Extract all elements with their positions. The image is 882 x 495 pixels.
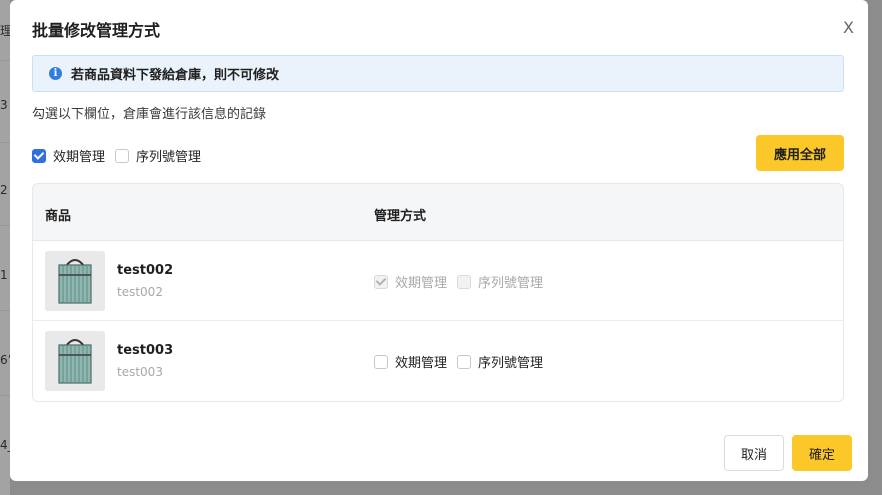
serial-management-label[interactable]: 序列號管理	[478, 352, 543, 371]
serial-management-label[interactable]: 序列號管理	[136, 146, 201, 165]
global-options: 效期管理 序列號管理	[32, 146, 211, 165]
table-row: test003 test003 效期管理 序列號管理	[33, 321, 843, 400]
background-text: 1	[0, 268, 8, 282]
apply-all-button[interactable]: 應用全部	[756, 135, 844, 171]
background-text: 理	[0, 24, 10, 38]
cancel-button[interactable]: 取消	[724, 435, 784, 471]
serial-management-checkbox[interactable]	[115, 148, 130, 163]
serial-management-checkbox[interactable]	[457, 354, 472, 369]
product-thumbnail	[45, 251, 105, 311]
table-row: test002 test002 效期管理 序列號管理	[33, 241, 843, 321]
expiry-management-checkbox[interactable]	[374, 354, 388, 369]
table-header: 商品 管理方式	[33, 184, 843, 241]
info-icon: i	[49, 67, 62, 80]
background-divider	[0, 310, 10, 311]
expiry-management-checkbox[interactable]	[32, 148, 46, 163]
serial-management-checkbox	[457, 274, 472, 289]
product-sku: test002	[117, 285, 163, 299]
product-name: test003	[117, 343, 174, 358]
column-header-product: 商品	[45, 209, 72, 224]
row-options: 效期管理 序列號管理	[374, 272, 553, 291]
background-text: 3	[0, 98, 8, 112]
alert-text: 若商品資料下發給倉庫，則不可修改	[71, 68, 280, 83]
modal-title: 批量修改管理方式	[32, 21, 161, 40]
background-text: 4_	[0, 438, 10, 452]
info-alert: i 若商品資料下發給倉庫，則不可修改	[32, 55, 844, 92]
product-table: 商品 管理方式 test002 test002 效期管理 序列號管理 test0…	[32, 183, 844, 402]
column-header-management: 管理方式	[374, 209, 427, 224]
expiry-management-checkbox	[374, 274, 388, 289]
hint-text: 勾選以下欄位，倉庫會進行該信息的記錄	[32, 107, 267, 122]
close-icon[interactable]: X	[843, 18, 854, 38]
serial-management-label: 序列號管理	[478, 276, 544, 291]
background-divider	[0, 225, 10, 226]
background-text: 6’	[0, 353, 10, 367]
product-thumbnail	[45, 331, 105, 391]
confirm-button[interactable]: 確定	[792, 435, 852, 471]
background-divider	[0, 60, 10, 61]
background-page	[0, 0, 10, 495]
expiry-management-label[interactable]: 效期管理	[53, 146, 105, 165]
batch-edit-modal: 批量修改管理方式 X i 若商品資料下發給倉庫，則不可修改 勾選以下欄位，倉庫會…	[10, 0, 868, 481]
expiry-management-label[interactable]: 效期管理	[395, 352, 447, 371]
row-options: 效期管理 序列號管理	[374, 352, 553, 371]
background-divider	[0, 395, 10, 396]
background-divider	[0, 142, 10, 143]
expiry-management-label: 效期管理	[395, 276, 448, 291]
product-name: test002	[117, 263, 174, 278]
product-sku: test003	[117, 365, 163, 379]
background-text: 2	[0, 183, 8, 197]
